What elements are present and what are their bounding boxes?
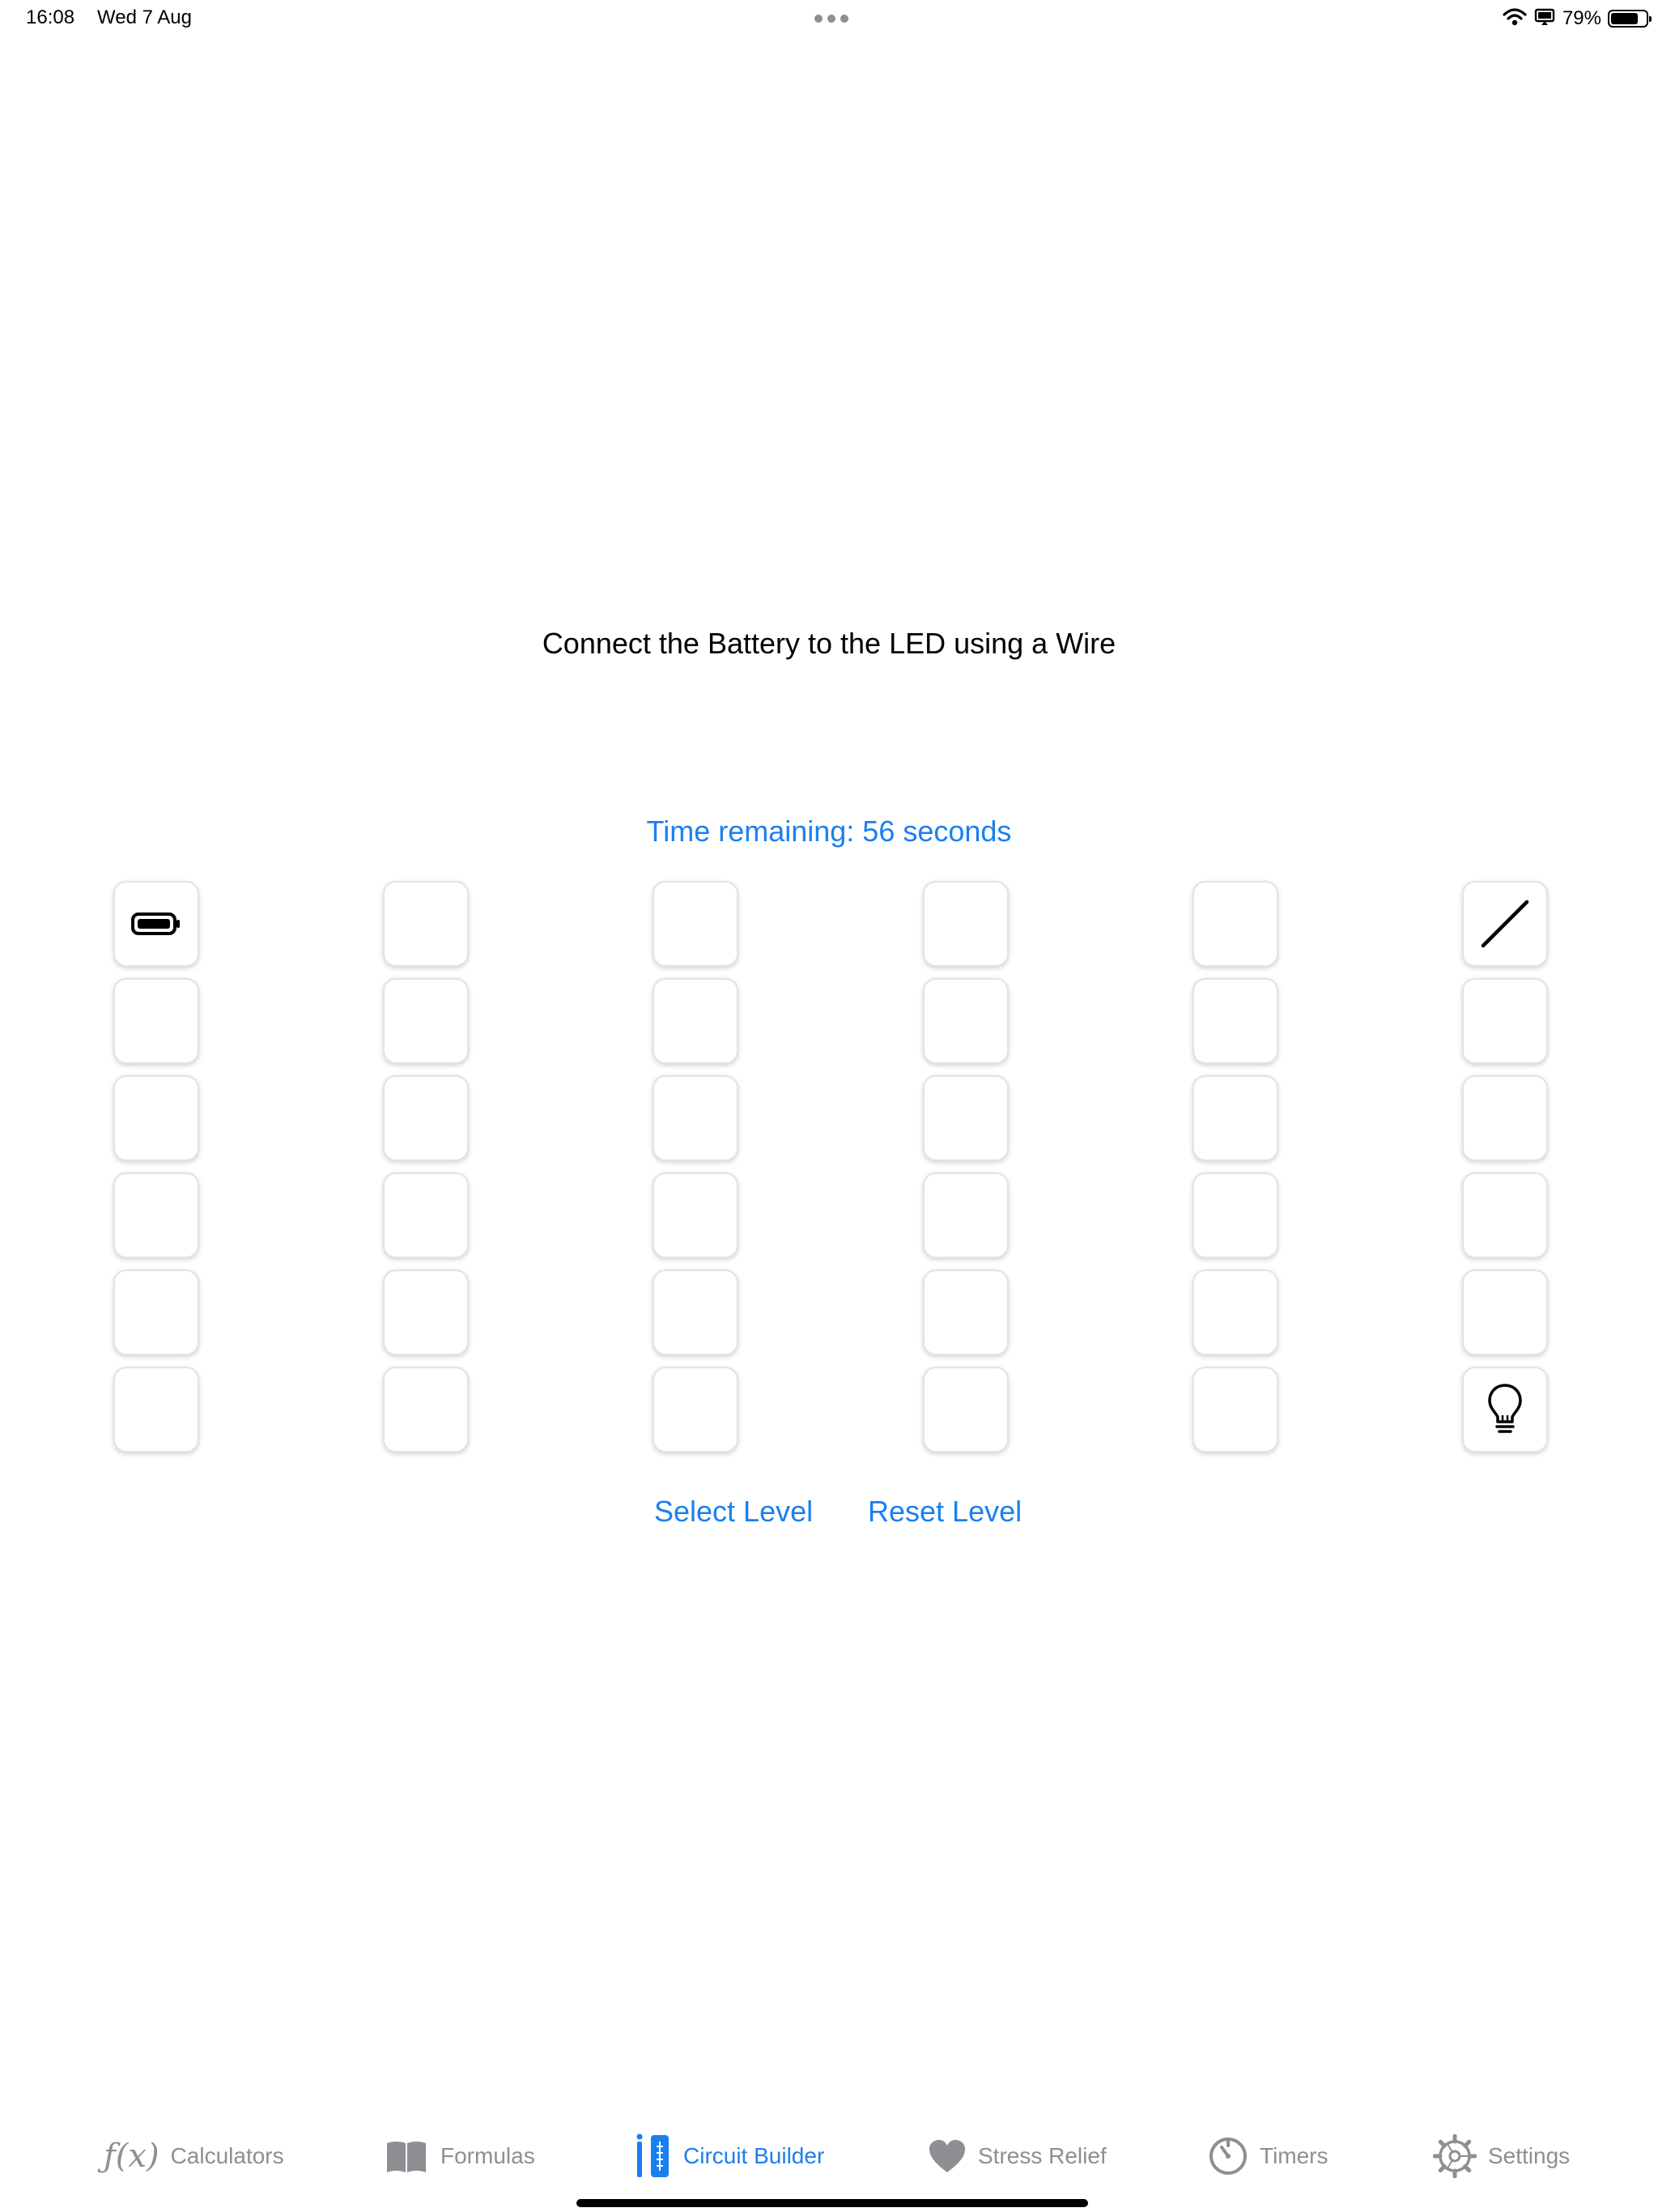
grid-cell-empty[interactable]	[923, 1270, 1009, 1355]
grid-cell-empty[interactable]	[1192, 881, 1278, 967]
time-remaining-label: Time remaining: 56 seconds	[646, 815, 1012, 848]
grid-cell-empty[interactable]	[653, 1270, 738, 1355]
tab-calculators[interactable]: ƒ(x) Calculators	[104, 2128, 284, 2184]
grid-cell-empty[interactable]	[923, 1367, 1009, 1453]
grid-cell-empty[interactable]	[113, 978, 199, 1064]
grid-cell-empty[interactable]	[1192, 1075, 1278, 1161]
grid-cell-empty[interactable]	[383, 881, 469, 967]
heart-icon	[928, 2138, 967, 2174]
tab-stress-relief[interactable]: Stress Relief	[928, 2128, 1107, 2184]
grid-cell-empty[interactable]	[113, 1367, 199, 1453]
select-level-button[interactable]: Select Level	[654, 1495, 813, 1529]
battery-icon	[1608, 10, 1652, 28]
tab-label: Settings	[1488, 2143, 1571, 2168]
level-instruction: Connect the Battery to the LED using a W…	[542, 627, 1116, 660]
grid-cell-empty[interactable]	[653, 1367, 738, 1453]
grid-cell-empty[interactable]	[1462, 978, 1548, 1064]
battery-percentage: 79%	[1562, 7, 1601, 29]
tab-label: Stress Relief	[978, 2143, 1107, 2168]
grid-cell-empty[interactable]	[1192, 1367, 1278, 1453]
grid-cell-empty[interactable]	[923, 1075, 1009, 1161]
grid-cell-empty[interactable]	[1462, 1270, 1548, 1355]
grid-cell-empty[interactable]	[1462, 1075, 1548, 1161]
grid-cell-empty[interactable]	[113, 1270, 199, 1355]
status-date: Wed 7 Aug	[97, 6, 192, 28]
grid-cell-empty[interactable]	[113, 1075, 199, 1161]
gear-icon	[1433, 2134, 1477, 2178]
grid-cell-empty[interactable]	[1192, 1172, 1278, 1258]
grid-cell-empty[interactable]	[383, 1367, 469, 1453]
screen-mirroring-icon	[1533, 7, 1556, 31]
grid-cell-empty[interactable]	[923, 978, 1009, 1064]
grid-cell-empty[interactable]	[653, 881, 738, 967]
grid-cell-empty[interactable]	[1192, 978, 1278, 1064]
grid-cell-led[interactable]	[1462, 1367, 1548, 1453]
tab-label: Formulas	[440, 2143, 535, 2168]
tab-settings[interactable]: Settings	[1433, 2128, 1570, 2184]
book-icon	[384, 2138, 429, 2174]
tab-circuit-builder[interactable]: Circuit Builder	[635, 2128, 824, 2184]
grid-cell-empty[interactable]	[1192, 1270, 1278, 1355]
home-indicator[interactable]	[576, 2199, 1088, 2207]
reset-level-button[interactable]: Reset Level	[868, 1495, 1022, 1529]
grid-cell-empty[interactable]	[653, 1172, 738, 1258]
tab-label: Circuit Builder	[683, 2143, 825, 2168]
circuit-builder-screen: 16:08 Wed 7 Aug 79% Connect the Battery …	[0, 0, 1658, 2212]
circuit-builder-icon	[635, 2133, 672, 2179]
grid-cell-empty[interactable]	[383, 1075, 469, 1161]
lightbulb-icon	[1487, 1383, 1523, 1436]
tab-timers[interactable]: Timers	[1208, 2128, 1329, 2184]
grid-cell-empty[interactable]	[653, 978, 738, 1064]
tab-label: Timers	[1260, 2143, 1329, 2168]
grid-cell-wire[interactable]	[1462, 881, 1548, 967]
grid-cell-empty[interactable]	[653, 1075, 738, 1161]
tab-formulas[interactable]: Formulas	[384, 2128, 535, 2184]
timer-icon	[1208, 2136, 1248, 2176]
status-indicators: 79%	[1503, 6, 1652, 31]
grid-cell-empty[interactable]	[383, 978, 469, 1064]
grid-cell-empty[interactable]	[383, 1270, 469, 1355]
grid-cell-empty[interactable]	[923, 881, 1009, 967]
battery-icon	[130, 911, 182, 937]
function-icon: ƒ(x)	[104, 2138, 159, 2175]
grid-cell-empty[interactable]	[1462, 1172, 1548, 1258]
status-time: 16:08	[26, 6, 75, 28]
grid-cell-battery[interactable]	[113, 881, 199, 967]
wire-icon	[1477, 895, 1533, 952]
grid-cell-empty[interactable]	[113, 1172, 199, 1258]
grid-cell-empty[interactable]	[923, 1172, 1009, 1258]
wifi-icon	[1503, 7, 1527, 31]
multitasking-menu-icon[interactable]	[814, 15, 848, 23]
tab-label: Calculators	[170, 2143, 284, 2168]
grid-cell-empty[interactable]	[383, 1172, 469, 1258]
